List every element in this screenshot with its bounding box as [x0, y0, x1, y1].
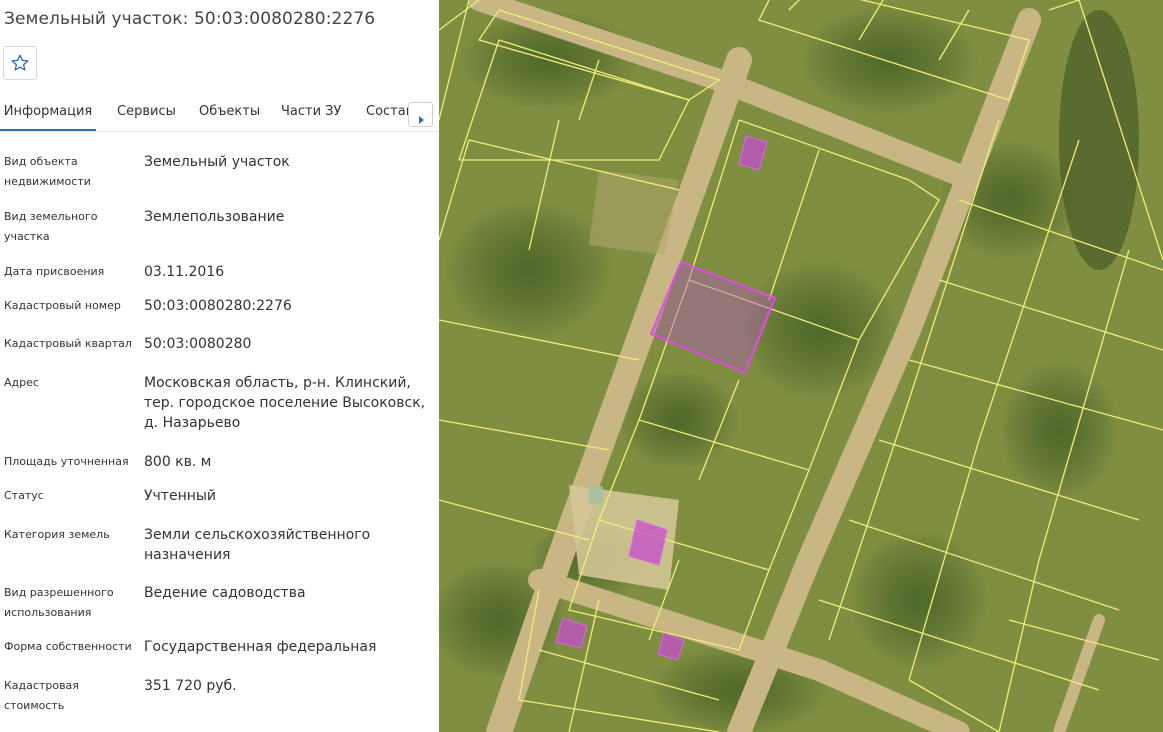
field-value: 03.11.2016: [144, 264, 225, 280]
field-label: Кадастровый квартал: [4, 337, 132, 350]
field-value: 50:03:0080280:2276: [144, 298, 292, 314]
field-value: 351 720 руб.: [144, 678, 237, 694]
tab-label: Части ЗУ: [281, 104, 342, 119]
tab-objects[interactable]: Объекты: [199, 96, 260, 129]
cleared-lot: [589, 170, 679, 255]
map-view[interactable]: [439, 0, 1163, 732]
field-label: Статус: [4, 489, 44, 502]
tabs-scroll-right-button[interactable]: [408, 102, 433, 127]
tab-label: Сервисы: [117, 104, 176, 119]
arrow-right-icon: [417, 110, 425, 124]
field-label: Кадастровый номер: [4, 299, 121, 312]
field-value: Ведение садоводства: [144, 585, 306, 601]
tab-label: Объекты: [199, 104, 261, 119]
field-value: Московская область, р-н. Клинский, тер. …: [144, 375, 426, 431]
satellite-map[interactable]: [439, 0, 1163, 732]
tab-label: Информация: [3, 104, 93, 119]
tab-parts[interactable]: Части ЗУ: [281, 96, 341, 129]
field-value: 50:03:0080280: [144, 336, 252, 352]
field-label: Площадь уточненная: [4, 455, 129, 468]
favorite-button[interactable]: [3, 46, 37, 80]
tab-bar: Информация Сервисы Объекты Части ЗУ Сост…: [0, 96, 439, 132]
field-label: Форма собственности: [4, 640, 132, 653]
field-value: Государственная федеральная: [144, 639, 377, 655]
field-value: Учтенный: [144, 488, 217, 504]
field-value: Землепользование: [144, 209, 285, 225]
field-value: 800 кв. м: [144, 454, 212, 470]
field-value: Земли сельскохозяйственного назначения: [144, 527, 371, 563]
tab-composition[interactable]: Состав: [366, 96, 413, 129]
field-label: Адрес: [4, 376, 39, 389]
star-outline-icon: [10, 53, 30, 73]
field-label: Дата присвоения: [4, 265, 105, 278]
field-label: Вид разрешенного использования: [4, 586, 114, 619]
tab-services[interactable]: Сервисы: [117, 96, 176, 129]
tab-information[interactable]: Информация: [0, 96, 96, 131]
field-value: Земельный участок: [144, 154, 290, 170]
field-label: Категория земель: [4, 528, 110, 541]
shed: [589, 486, 603, 504]
field-label: Вид объекта недвижимости: [4, 155, 91, 188]
field-label: Вид земельного участка: [4, 210, 98, 243]
tab-label: Состав: [366, 104, 414, 119]
info-panel: Земельный участок: 50:03:0080280:2276 Ин…: [0, 0, 439, 732]
page-title: Земельный участок: 50:03:0080280:2276: [4, 9, 376, 29]
field-label: Кадастровая стоимость: [4, 679, 79, 712]
